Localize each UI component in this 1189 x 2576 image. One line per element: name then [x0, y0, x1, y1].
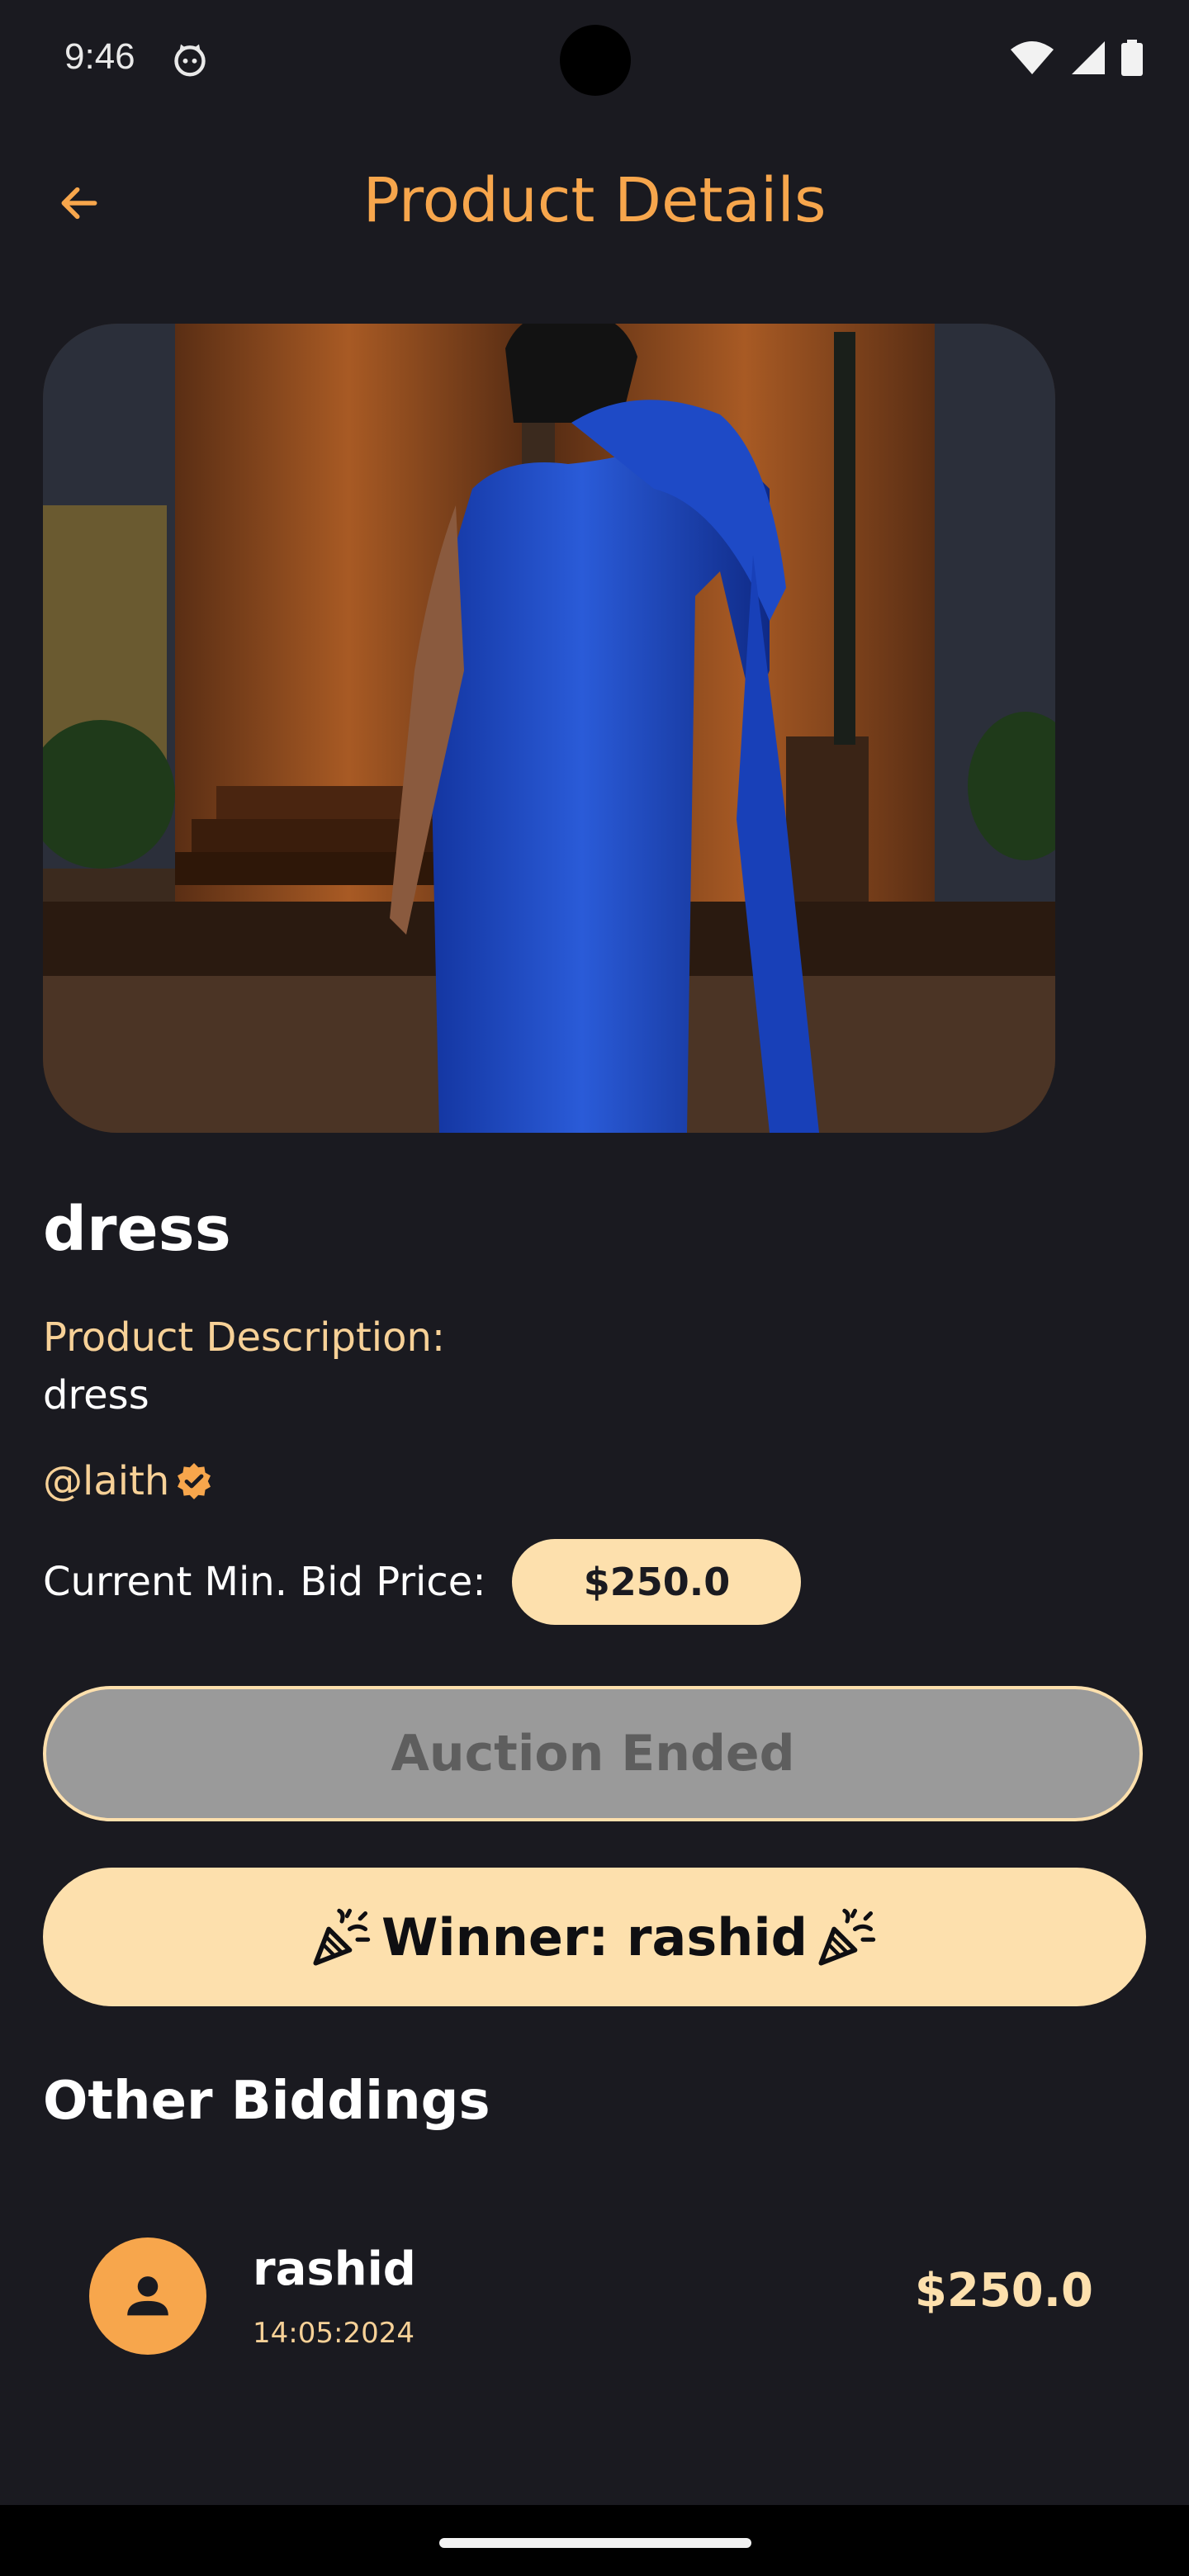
status-time: 9:46: [64, 36, 135, 77]
other-biddings-title: Other Biddings: [43, 2071, 490, 2132]
bidder-name: rashid: [253, 2242, 416, 2296]
seller-row[interactable]: @laith: [43, 1458, 214, 1504]
person-icon: [127, 2276, 168, 2316]
verified-badge-icon: [178, 1463, 211, 1499]
party-popper-icon: [313, 1908, 371, 1966]
cat-notification-icon: [174, 44, 206, 77]
seller-handle[interactable]: @laith: [43, 1458, 169, 1504]
bid-date: 14:05:2024: [253, 2317, 414, 2350]
min-bid-price-badge: $250.0: [512, 1539, 802, 1625]
home-indicator[interactable]: [439, 2538, 751, 2548]
auction-ended-button[interactable]: Auction Ended: [43, 1686, 1143, 1821]
product-image: [43, 324, 1055, 1133]
bid-list-item[interactable]: rashid 14:05:2024 $250.0: [43, 2201, 1146, 2391]
min-bid-row: Current Min. Bid Price: $250.0: [43, 1539, 802, 1625]
system-nav-bar: [0, 2505, 1189, 2576]
signal-icon: [1072, 41, 1105, 74]
winner-banner: Winner: rashid: [43, 1868, 1146, 2006]
avatar: [89, 2237, 206, 2355]
status-icons: [1009, 40, 1143, 76]
app-header: Product Details: [0, 157, 1189, 248]
description-label: Product Description:: [43, 1314, 446, 1361]
camera-cutout: [560, 25, 631, 96]
bid-amount: $250.0: [914, 2264, 1093, 2318]
wifi-icon: [1011, 41, 1054, 74]
product-name: dress: [43, 1194, 231, 1265]
winner-text: Winner: rashid: [381, 1906, 808, 1968]
description-value: dress: [43, 1372, 149, 1418]
party-popper-icon: [818, 1908, 876, 1966]
battery-icon: [1121, 40, 1143, 76]
page-title: Product Details: [362, 165, 827, 236]
min-bid-label: Current Min. Bid Price:: [43, 1559, 486, 1605]
status-bar: 9:46: [0, 0, 1189, 124]
product-photo: [43, 324, 1055, 1133]
